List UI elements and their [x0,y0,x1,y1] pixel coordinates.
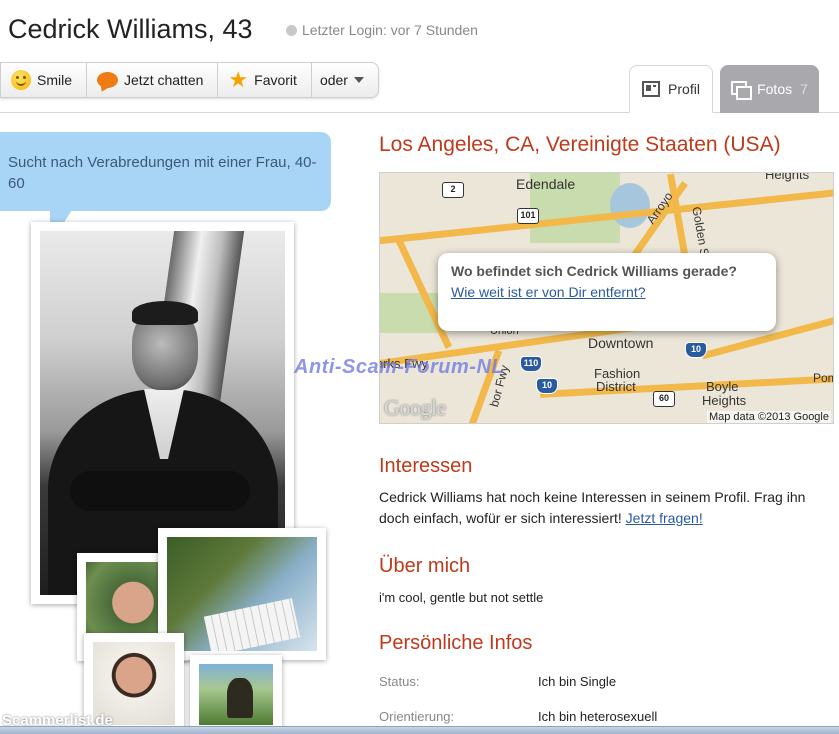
tab-profil-label: Profil [668,81,700,97]
map-attribution: Map data ©2013 Google [706,411,831,423]
map-label: Pom [813,371,833,385]
photo-hair [132,301,198,325]
more-label: oder [319,72,348,88]
route-shield: 110 [520,356,542,372]
location-heading: Los Angeles, CA, Vereinigte Staaten (USA… [379,133,781,156]
chevron-down-icon [353,77,364,83]
looking-for-bubble: Sucht nach Verabredungen mit einer Frau,… [0,132,331,211]
route-shield: 2 [442,182,464,198]
favorite-label: Favorit [254,72,297,88]
info-value-orientation: Ich bin heterosexuell [538,709,658,724]
last-login: Letzter Login: vor 7 Stunden [286,22,478,38]
ueber-text: i'm cool, gentle but not settle [379,590,544,605]
map-label: Heights [765,172,810,182]
smile-label: Smile [37,72,73,88]
tab-fotos[interactable]: Fotos 7 [720,65,819,113]
ueber-heading: Über mich [379,555,471,577]
interessen-body: Cedrick Williams hat noch keine Interess… [379,489,806,526]
ask-now-link[interactable]: Jetzt fragen! [626,510,703,526]
smiley-icon [11,70,31,90]
favorite-button[interactable]: ★ Favorit [218,63,312,97]
distance-link[interactable]: Wie weit ist er von Dir entfernt? [451,282,763,302]
thumbnail-image [199,664,273,725]
info-value-status: Ich bin Single [538,674,617,689]
looking-for-text: Sucht nach Verabredungen mit einer Frau,… [8,154,317,192]
route-shield: 10 [685,342,707,358]
interessen-heading: Interessen [379,455,473,477]
map-road [540,375,833,398]
more-dropdown[interactable]: oder [312,63,378,97]
profile-page: Cedrick Williams, 43 Letzter Login: vor … [0,0,839,734]
infos-heading: Persönliche Infos [379,632,533,654]
map-label: Boyle [706,379,739,394]
route-shield: 101 [517,208,539,224]
photo-keyboard [203,598,301,651]
route-shield: 10 [536,378,558,394]
map-label: Downtown [588,335,654,351]
map-lake [610,183,650,228]
action-bar: Smile Jetzt chatten ★ Favorit oder [0,62,379,98]
profile-card-icon [642,81,661,97]
thumbnail-image [167,537,317,651]
tab-profil[interactable]: Profil [629,65,713,113]
tab-fotos-count: 7 [800,81,808,97]
tab-divider [0,112,839,113]
last-login-text: Letzter Login: vor 7 Stunden [302,22,478,38]
photo-thumbnail[interactable] [190,655,282,734]
smile-button[interactable]: Smile [1,63,88,97]
route-shield: 60 [653,391,675,407]
distance-popup: Wo befindet sich Cedrick Williams gerade… [438,253,776,331]
chat-bubble-icon [97,72,119,88]
interessen-text: Cedrick Williams hat noch keine Interess… [379,487,834,529]
photos-icon [731,81,753,100]
info-label-orientation: Orientierung: [379,709,455,724]
google-logo: Google [384,395,446,420]
anti-scam-watermark: Anti-Scam-Forum-NL [294,356,505,378]
profile-name-age: Cedrick Williams, 43 [8,14,253,44]
photo-person [227,678,253,718]
map-label: District [596,379,636,394]
popup-question: Wo befindet sich Cedrick Williams gerade… [451,263,737,279]
star-icon: ★ [228,67,249,92]
map-label: Edendale [516,176,576,192]
tab-fotos-label: Fotos [757,81,793,97]
chat-label: Jetzt chatten [124,72,204,88]
map-label: Heights [702,393,747,408]
photo-arms [70,471,250,511]
status-dot-icon [286,24,297,36]
chat-button[interactable]: Jetzt chatten [87,63,219,97]
os-taskbar [0,726,839,734]
info-label-status: Status: [379,674,420,689]
